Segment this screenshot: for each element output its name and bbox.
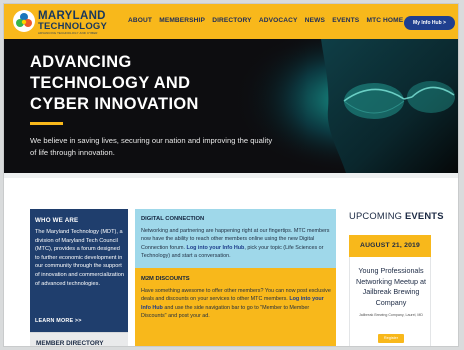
events-heading-prefix: UPCOMING [349,210,405,221]
site-header: MARYLAND TECHNOLOGY ADVANCING TECHNOLOGY… [4,4,458,39]
hero-banner: ADVANCING TECHNOLOGY AND CYBER INNOVATIO… [4,39,458,173]
logo-tagline: ADVANCING TECHNOLOGY AND CYBER [38,31,98,35]
hero-accent-rule [30,122,63,125]
m2m-discounts-title: M2M DISCOUNTS [141,276,190,282]
hero-subtitle: We believe in saving lives, securing our… [30,136,273,157]
event-title-link[interactable]: Young Professionals Networking Meetup at… [350,266,432,308]
hero-title: ADVANCING TECHNOLOGY AND CYBER INNOVATIO… [30,52,280,115]
m2m-text-after: and use the side navigation bar to go to… [141,304,310,320]
nav-item-directory[interactable]: DIRECTORY [212,17,251,24]
member-directory-panel[interactable]: MEMBER DIRECTORY [30,332,128,347]
nav-item-events[interactable]: EVENTS [332,17,359,24]
event-location: Jailbreak Brewing Company, Laurel, MD [358,313,424,317]
digital-connection-title: DIGITAL CONNECTION [141,216,205,222]
main-nav: ABOUT MEMBERSHIP DIRECTORY ADVOCACY NEWS… [128,17,411,24]
logo-mark-icon [13,10,35,32]
digital-connection-text: Networking and partnering are happening … [141,227,331,261]
events-heading-bold: EVENTS [404,210,444,221]
nav-item-about[interactable]: ABOUT [128,17,152,24]
hero-title-line-1: ADVANCING [30,53,132,71]
member-directory-title: MEMBER DIRECTORY [36,340,104,347]
digital-connection-info-hub-link[interactable]: Log into your Info Hub [187,245,245,251]
event-date-banner: AUGUST 21, 2019 [349,235,431,257]
m2m-discounts-text: Have something awesome to offer other me… [141,287,331,321]
browser-page: MARYLAND TECHNOLOGY ADVANCING TECHNOLOGY… [3,3,459,347]
event-card: Young Professionals Networking Meetup at… [349,257,432,346]
upcoming-events-heading: UPCOMING EVENTS [349,210,444,221]
nav-item-advocacy[interactable]: ADVOCACY [259,17,298,24]
site-logo[interactable]: MARYLAND TECHNOLOGY ADVANCING TECHNOLOGY… [12,9,108,35]
digital-connection-panel: DIGITAL CONNECTION Networking and partne… [135,209,336,268]
m2m-discounts-panel: M2M DISCOUNTS Have something awesome to … [135,268,336,346]
hero-title-line-2: TECHNOLOGY AND [30,74,191,92]
who-we-are-title: WHO WE ARE [35,217,79,224]
nav-item-mtc-home[interactable]: MTC HOME [367,17,404,24]
nav-item-membership[interactable]: MEMBERSHIP [159,17,205,24]
learn-more-link[interactable]: LEARN MORE >> [35,318,82,324]
my-info-hub-button[interactable]: My Info Hub > [404,16,455,30]
hero-title-line-3: CYBER INNOVATION [30,95,199,113]
who-we-are-text: The Maryland Technology (MDT), a divisio… [35,229,124,287]
event-register-button[interactable]: Register [378,334,404,343]
who-we-are-panel: WHO WE ARE The Maryland Technology (MDT)… [30,209,128,332]
nav-item-news[interactable]: NEWS [305,17,325,24]
